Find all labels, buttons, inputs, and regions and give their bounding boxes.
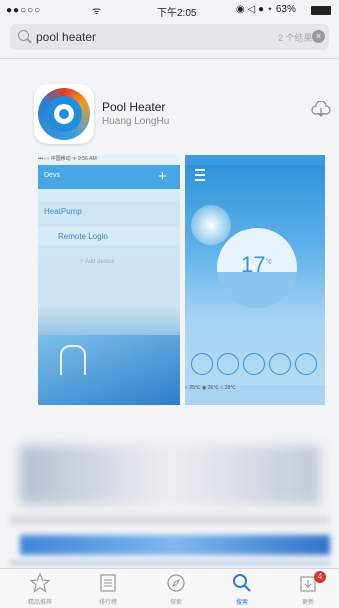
tab-label: 更新 — [301, 600, 314, 606]
list-icon — [100, 574, 116, 592]
mock-band — [38, 189, 180, 201]
mode-icon — [191, 353, 213, 375]
control-icons — [185, 353, 325, 379]
tab-search[interactable]: 搜索 — [212, 571, 272, 607]
update-badge: 4 — [314, 571, 326, 583]
cloud-download-icon[interactable] — [311, 101, 331, 119]
tab-featured[interactable]: 精品推荐 — [10, 571, 70, 607]
mock-status-bar: •••○○ 中国移动 ᯤ 9:56 AM — [38, 155, 180, 165]
search-bar[interactable]: pool heater 2 个结果 × — [10, 24, 329, 50]
tab-label: 探索 — [169, 600, 182, 606]
mock-row-remote-login: Remote Login — [38, 227, 180, 245]
app-name[interactable]: Pool Heater — [102, 100, 165, 114]
battery-icon — [311, 6, 331, 15]
status-time: 下午2:05 — [157, 8, 197, 19]
temperature-unit: °c — [265, 258, 272, 266]
status-bar: ●●○○○ ᯤ 下午2:05 ◉ ◁ ● ⋆ 63% — [0, 0, 339, 20]
header-divider — [0, 58, 339, 59]
mock-nav-bar: Devs + — [38, 165, 180, 189]
mock-add-icon: + — [158, 168, 167, 185]
tab-explore[interactable]: 探索 — [146, 571, 206, 607]
temperature-readout: 17°c — [241, 252, 272, 278]
settings-icon — [269, 353, 291, 375]
blurred-strip — [10, 560, 330, 566]
mock-pool-rail — [60, 345, 86, 375]
mock-nav-title: Devs — [44, 172, 60, 179]
result-count: 2 个结果 — [278, 33, 313, 43]
mock-row-remote-login-label: Remote Login — [58, 232, 108, 241]
blurred-divider — [10, 515, 330, 525]
mock-stats-bar: ○ 25℃ ◉ 26℃ ○ 28℃ — [185, 385, 325, 405]
menu-icon — [195, 169, 205, 181]
mock-row-add-device: + Add device — [80, 259, 115, 265]
blurred-content — [20, 445, 320, 505]
power-icon — [217, 353, 239, 375]
tab-label: 精品推荐 — [27, 600, 52, 606]
clear-search-button[interactable]: × — [312, 30, 325, 43]
tab-updates[interactable]: 4 更新 — [278, 571, 338, 607]
app-icon-core — [59, 109, 69, 119]
temperature-value: 17 — [241, 252, 266, 277]
mock-status-bar-2 — [185, 155, 325, 165]
wifi-icon: ᯤ — [92, 6, 102, 17]
tab-label: 搜索 — [235, 600, 248, 606]
status-right-indicators: ◉ ◁ ● ⋆ 63% — [236, 4, 296, 15]
tab-charts[interactable]: 排行榜 — [78, 571, 138, 607]
fan-icon — [295, 353, 317, 375]
timer-icon — [243, 353, 265, 375]
star-icon — [30, 573, 50, 593]
app-developer: Huang LongHu — [102, 116, 170, 127]
signal-indicator: ●●○○○ — [6, 5, 42, 16]
search-icon — [233, 574, 251, 592]
search-icon — [18, 30, 29, 41]
compass-icon — [167, 574, 185, 592]
sun-glow — [191, 205, 231, 245]
tab-label: 排行榜 — [98, 600, 117, 606]
mock-row-heatpump: HeatPump — [44, 207, 82, 216]
app-screenshot-1[interactable]: •••○○ 中国移动 ᯤ 9:56 AM Devs + HeatPump Rem… — [38, 155, 180, 405]
blurred-banner — [20, 535, 330, 555]
search-input[interactable]: pool heater — [36, 30, 96, 44]
app-screenshot-2[interactable]: 17°c ○ 25℃ ◉ 26℃ ○ 28℃ — [185, 155, 325, 405]
tab-bar: 精品推荐 排行榜 探索 搜索 4 更新 — [0, 568, 339, 608]
app-icon[interactable] — [34, 84, 94, 144]
